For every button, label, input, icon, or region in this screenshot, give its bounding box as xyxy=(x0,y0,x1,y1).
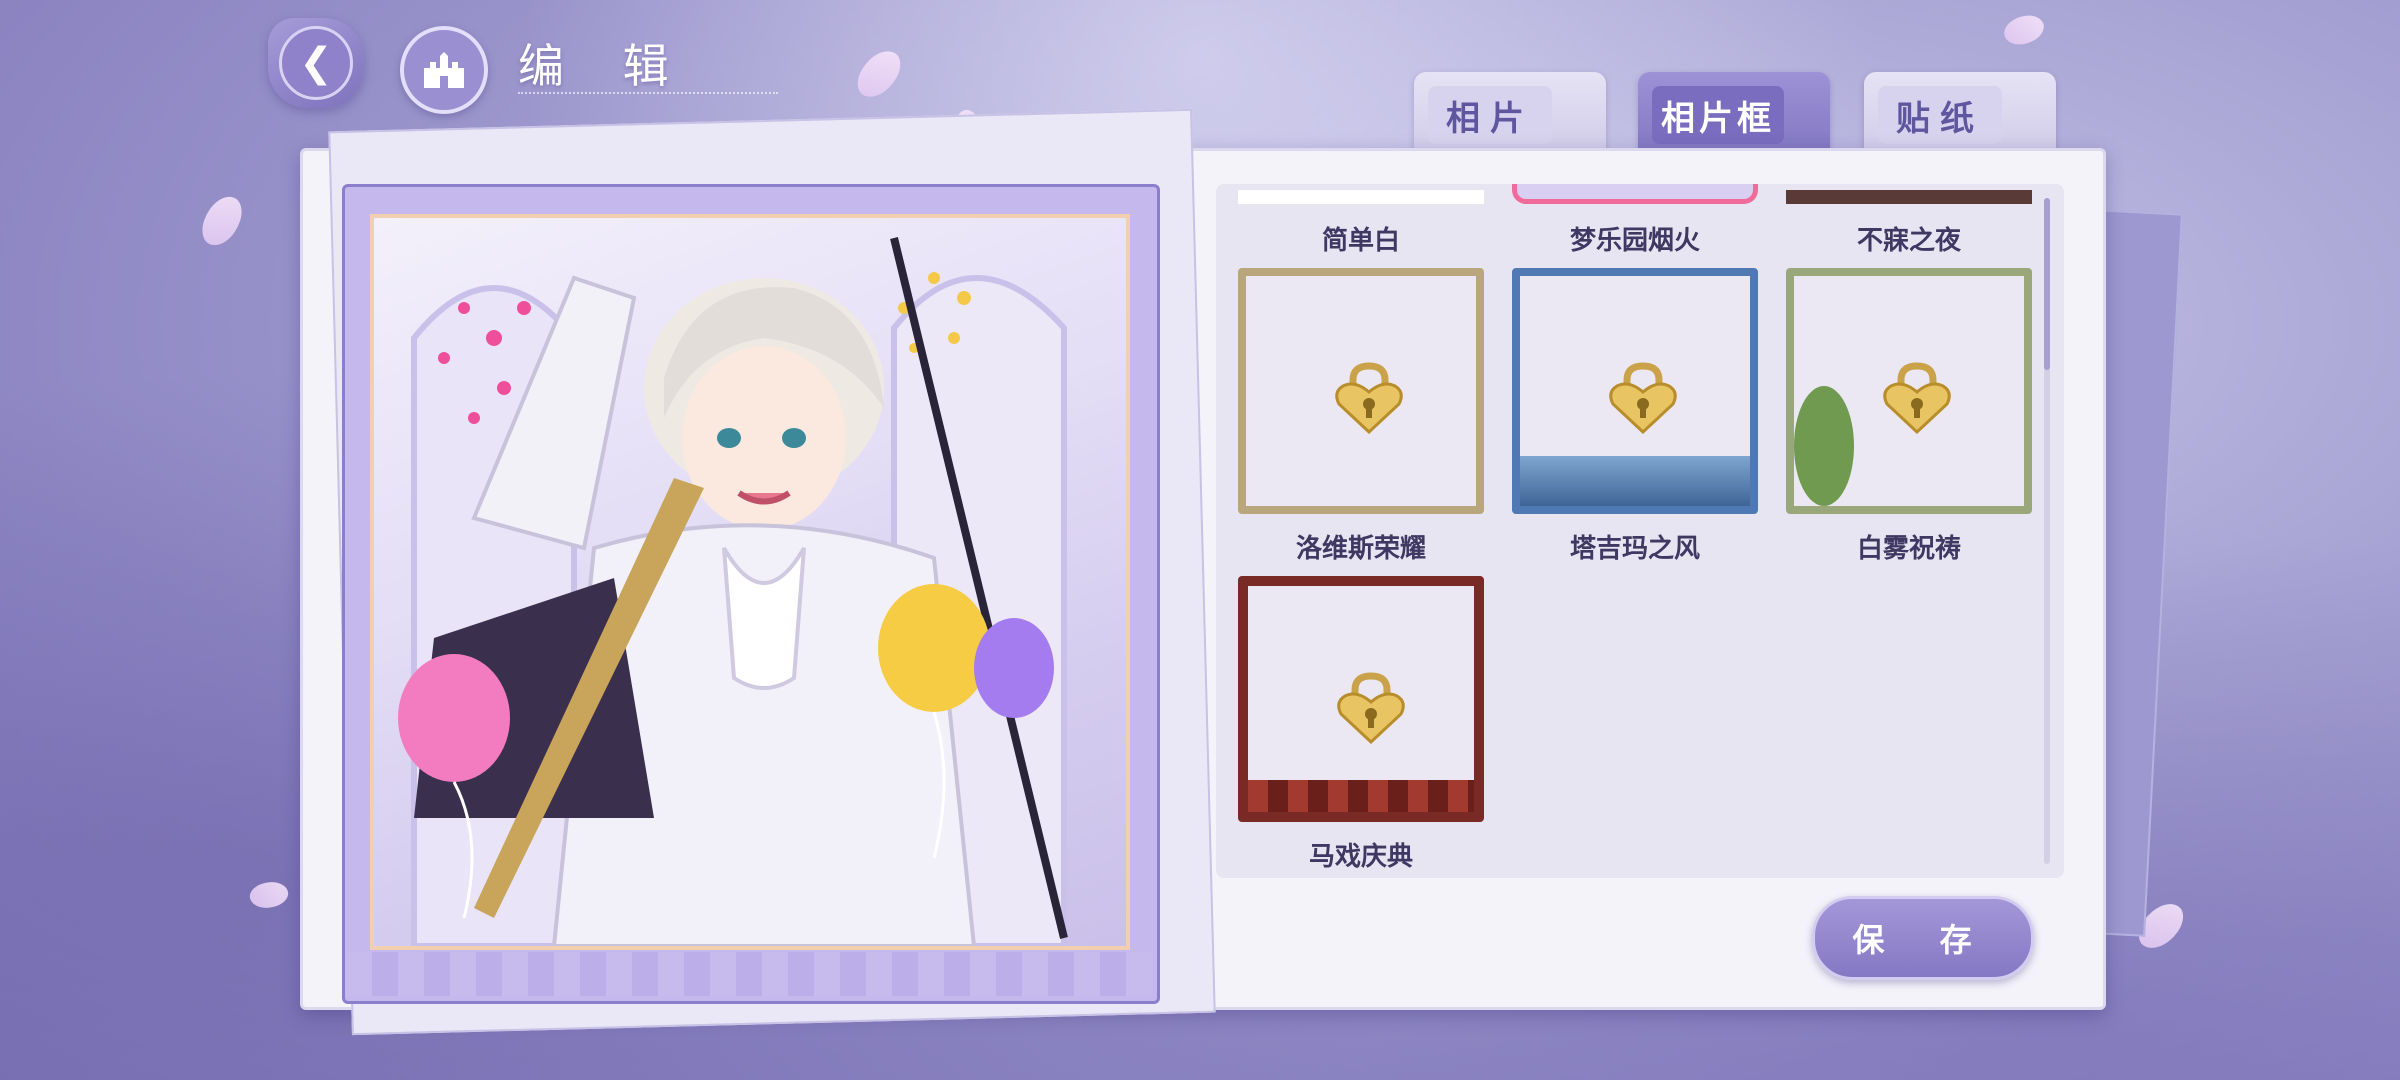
tab-photo-frame[interactable]: 相片框 xyxy=(1638,72,1830,158)
circus-tent-decoration xyxy=(1248,780,1474,812)
frame-thumb-simple-white[interactable] xyxy=(1238,190,1484,204)
lock-icon xyxy=(1335,362,1403,435)
tab-sticker[interactable]: 贴纸 xyxy=(1864,72,2056,158)
character-illustration xyxy=(398,237,1068,946)
frame-name: 梦乐园烟火 xyxy=(1569,226,1700,256)
frame-name: 白雾祝祷 xyxy=(1856,534,1961,564)
frame-card-lovis-glory[interactable] xyxy=(1238,268,1484,514)
home-button[interactable] xyxy=(400,26,488,114)
frame-thumb-sleepless-night[interactable] xyxy=(1786,190,2032,204)
frame-thumb-dream-fireworks[interactable] xyxy=(1512,184,1758,204)
frame-card-tagima-wind[interactable] xyxy=(1512,268,1758,514)
frame-name: 塔吉玛之风 xyxy=(1569,534,1700,564)
back-arrow-icon: ❮ xyxy=(279,26,353,100)
scrollbar-thumb[interactable] xyxy=(2044,198,2050,370)
frame-list[interactable]: 简单白 梦乐园烟火 不寐之夜 洛维斯荣耀 塔吉玛之风 白雾祝祷 马戏庆典 xyxy=(1216,184,2064,878)
tab-photo[interactable]: 相片 xyxy=(1414,72,1606,158)
frame-name: 不寐之夜 xyxy=(1856,226,1961,256)
character-photo[interactable] xyxy=(370,214,1130,950)
back-button[interactable]: ❮ xyxy=(268,18,364,108)
frame-card-circus-festival[interactable] xyxy=(1238,576,1484,822)
frame-name: 简单白 xyxy=(1321,226,1400,256)
title-underline-decoration xyxy=(518,84,778,94)
frame-name: 马戏庆典 xyxy=(1308,842,1413,872)
lock-icon xyxy=(1337,672,1405,745)
frame-bottom-border xyxy=(346,952,1152,996)
tab-photo-label: 相片 xyxy=(1428,86,1552,144)
save-button[interactable]: 保 存 xyxy=(1812,896,2034,980)
sea-decoration xyxy=(1520,456,1750,506)
lock-icon xyxy=(1883,362,1951,435)
lock-icon xyxy=(1609,362,1677,435)
tree-decoration xyxy=(1794,386,1854,506)
castle-icon xyxy=(424,52,464,88)
tab-photo-frame-label: 相片框 xyxy=(1652,86,1784,144)
tab-sticker-label: 贴纸 xyxy=(1878,86,2002,144)
frame-card-white-mist-prayer[interactable] xyxy=(1786,268,2032,514)
frame-name: 洛维斯荣耀 xyxy=(1295,534,1426,564)
